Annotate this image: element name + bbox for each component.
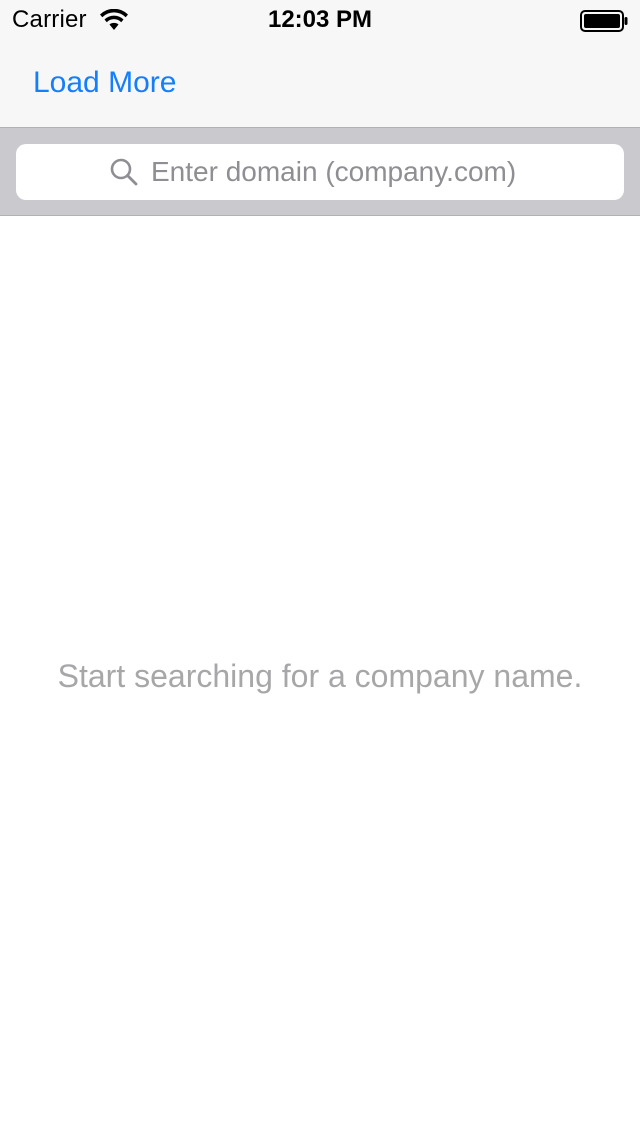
status-time: 12:03 PM (267, 6, 373, 33)
search-bar (0, 128, 640, 216)
app-screen: Carrier 12:03 PM Load More Start sea (0, 0, 640, 1136)
navigation-bar: Carrier 12:03 PM Load More (0, 0, 640, 128)
search-field[interactable] (16, 144, 624, 200)
status-bar: Carrier 12:03 PM (0, 0, 640, 40)
empty-state-message: Start searching for a company name. (57, 658, 583, 694)
battery-icon (580, 10, 628, 32)
search-input[interactable] (151, 156, 531, 188)
results-area: Start searching for a company name. (0, 217, 640, 1136)
search-icon (110, 158, 138, 186)
load-more-button[interactable]: Load More (33, 66, 176, 100)
